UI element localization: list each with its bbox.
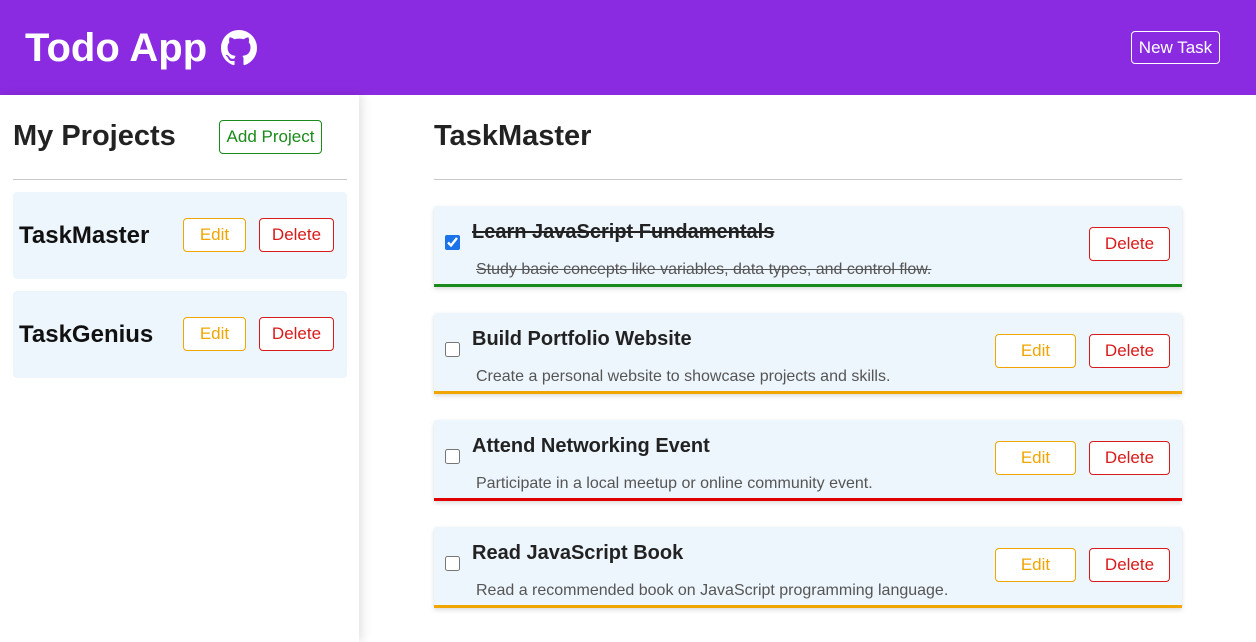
edit-task-button[interactable]: Edit [995,441,1076,475]
task-complete-checkbox[interactable] [445,235,460,250]
sidebar-title: My Projects [13,120,176,152]
task-complete-checkbox[interactable] [445,449,460,464]
edit-task-button[interactable]: Edit [995,334,1076,368]
main-divider [434,179,1182,180]
project-name[interactable]: TaskMaster [19,192,149,279]
delete-task-button[interactable]: Delete [1089,441,1170,475]
edit-task-button[interactable]: Edit [995,548,1076,582]
task-title: Attend Networking Event [472,435,710,457]
new-task-button[interactable]: New Task [1131,31,1220,64]
task-description: Read a recommended book on JavaScript pr… [476,582,949,599]
project-name[interactable]: TaskGenius [19,291,153,378]
sidebar-divider [13,179,347,180]
project-item-taskgenius[interactable]: TaskGenius Edit Delete [13,291,347,378]
task-item: Read JavaScript Book Read a recommended … [434,527,1182,608]
task-item: Attend Networking Event Participate in a… [434,420,1182,501]
delete-project-button[interactable]: Delete [259,317,334,351]
projects-sidebar: My Projects Add Project TaskMaster Edit … [0,95,359,642]
task-complete-checkbox[interactable] [445,342,460,357]
task-description: Participate in a local meetup or online … [476,475,873,492]
project-title: TaskMaster [434,120,592,152]
task-item: Learn JavaScript Fundamentals Study basi… [434,206,1182,287]
task-title: Read JavaScript Book [472,542,684,564]
edit-project-button[interactable]: Edit [183,218,246,252]
task-title: Learn JavaScript Fundamentals [472,221,775,243]
task-description: Create a personal website to showcase pr… [476,368,891,385]
app-header: Todo App New Task [0,0,1256,95]
task-title: Build Portfolio Website [472,328,692,350]
delete-task-button[interactable]: Delete [1089,548,1170,582]
app-title-text: Todo App [25,25,208,70]
app-title: Todo App [25,24,258,72]
project-item-taskmaster[interactable]: TaskMaster Edit Delete [13,192,347,279]
task-item: Build Portfolio Website Create a persona… [434,313,1182,394]
add-project-button[interactable]: Add Project [219,120,322,154]
delete-task-button[interactable]: Delete [1089,227,1170,261]
edit-project-button[interactable]: Edit [183,317,246,351]
delete-project-button[interactable]: Delete [259,218,334,252]
github-icon[interactable] [221,30,258,66]
delete-task-button[interactable]: Delete [1089,334,1170,368]
task-description: Study basic concepts like variables, dat… [476,261,932,278]
task-complete-checkbox[interactable] [445,556,460,571]
